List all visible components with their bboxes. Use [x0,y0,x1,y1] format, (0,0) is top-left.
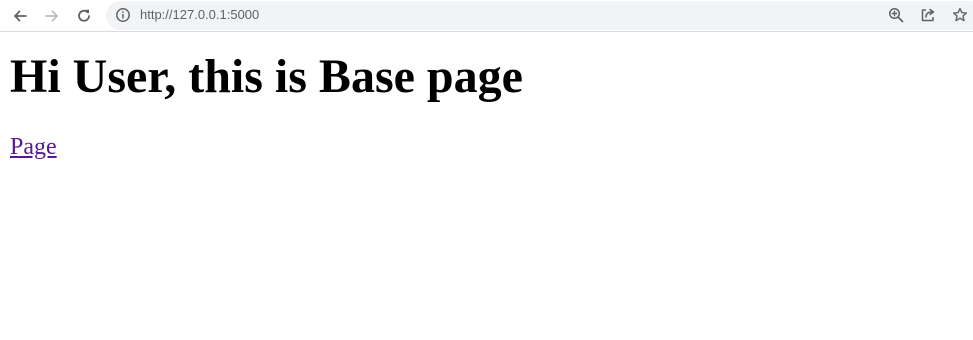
reload-icon[interactable] [72,4,96,28]
info-icon[interactable] [115,7,131,23]
zoom-in-icon[interactable] [887,6,905,24]
back-arrow-icon[interactable] [8,4,32,28]
star-icon[interactable] [951,6,969,24]
address-bar[interactable]: http://127.0.0.1:5000 [106,1,973,30]
page-content: Hi User, this is Base page Page [0,33,973,340]
share-icon[interactable] [919,6,937,24]
url-text[interactable]: http://127.0.0.1:5000 [140,7,259,23]
page-link[interactable]: Page [10,133,57,161]
page-heading: Hi User, this is Base page [10,50,523,103]
forward-arrow-icon[interactable] [40,4,64,28]
browser-toolbar: http://127.0.0.1:5000 [0,0,973,32]
